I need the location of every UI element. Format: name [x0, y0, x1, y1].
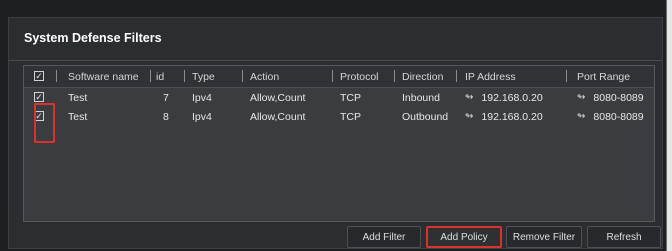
header-software-name[interactable]: Software name	[68, 66, 139, 87]
ip-edit-icon[interactable]: ↬	[465, 92, 473, 103]
header-direction[interactable]: Direction	[402, 66, 443, 87]
port-edit-icon[interactable]: ↬	[577, 92, 585, 103]
header-id[interactable]: id	[156, 66, 164, 87]
cell-software-name: Test	[68, 110, 88, 123]
column-separator	[332, 70, 333, 82]
column-separator	[242, 70, 243, 82]
cell-ip-address: ↬ 192.168.0.20	[465, 88, 543, 107]
column-separator	[150, 70, 151, 82]
table-row[interactable]: ✓ Test 8 Ipv4 Allow,Count TCP Outbound ↬…	[24, 107, 654, 126]
cell-type: Ipv4	[192, 110, 212, 123]
defense-filters-panel: System Defense Filters ✓ Software name i…	[8, 17, 663, 249]
port-edit-icon[interactable]: ↬	[577, 111, 585, 122]
cell-direction: Inbound	[402, 91, 440, 104]
cell-protocol: TCP	[340, 110, 361, 123]
cell-protocol: TCP	[340, 91, 361, 104]
refresh-button[interactable]: Refresh	[587, 226, 661, 248]
panel-title: System Defense Filters	[24, 31, 162, 45]
add-filter-button[interactable]: Add Filter	[347, 226, 421, 248]
header-ip-address[interactable]: IP Address	[465, 66, 516, 87]
cell-type: Ipv4	[192, 91, 212, 104]
cell-action: Allow,Count	[250, 110, 306, 123]
cell-action: Allow,Count	[250, 91, 306, 104]
ip-address-value: 192.168.0.20	[481, 110, 543, 123]
remove-filter-button[interactable]: Remove Filter	[506, 226, 582, 248]
cell-software-name: Test	[68, 91, 88, 104]
header-port-range[interactable]: Port Range	[577, 66, 630, 87]
column-separator	[56, 70, 57, 82]
column-separator	[566, 70, 567, 82]
cell-ip-address: ↬ 192.168.0.20	[465, 107, 543, 126]
column-separator	[456, 70, 457, 82]
header-protocol[interactable]: Protocol	[340, 66, 379, 87]
divider	[9, 60, 662, 61]
add-policy-button[interactable]: Add Policy	[426, 226, 502, 248]
table-header: ✓ Software name id Type Action Protocol …	[24, 66, 654, 88]
cell-port-range: ↬ 8080-8089	[577, 88, 644, 107]
cell-id: 8	[163, 110, 169, 123]
filters-table: ✓ Software name id Type Action Protocol …	[23, 65, 655, 222]
ip-edit-icon[interactable]: ↬	[465, 111, 473, 122]
port-range-value: 8080-8089	[593, 110, 644, 123]
column-separator	[394, 70, 395, 82]
column-separator	[184, 70, 185, 82]
port-range-value: 8080-8089	[593, 91, 644, 104]
app-window: System Defense Filters ✓ Software name i…	[0, 0, 667, 251]
header-type[interactable]: Type	[192, 66, 215, 87]
cell-direction: Outbound	[402, 110, 449, 123]
table-row[interactable]: ✓ Test 7 Ipv4 Allow,Count TCP Inbound ↬ …	[24, 88, 654, 107]
cell-port-range: ↬ 8080-8089	[577, 107, 644, 126]
selection-highlight	[34, 103, 55, 143]
header-action[interactable]: Action	[250, 66, 279, 87]
select-all-checkbox[interactable]: ✓	[34, 71, 44, 81]
row-checkbox[interactable]: ✓	[34, 92, 44, 102]
ip-address-value: 192.168.0.20	[481, 91, 543, 104]
cell-id: 7	[163, 91, 169, 104]
